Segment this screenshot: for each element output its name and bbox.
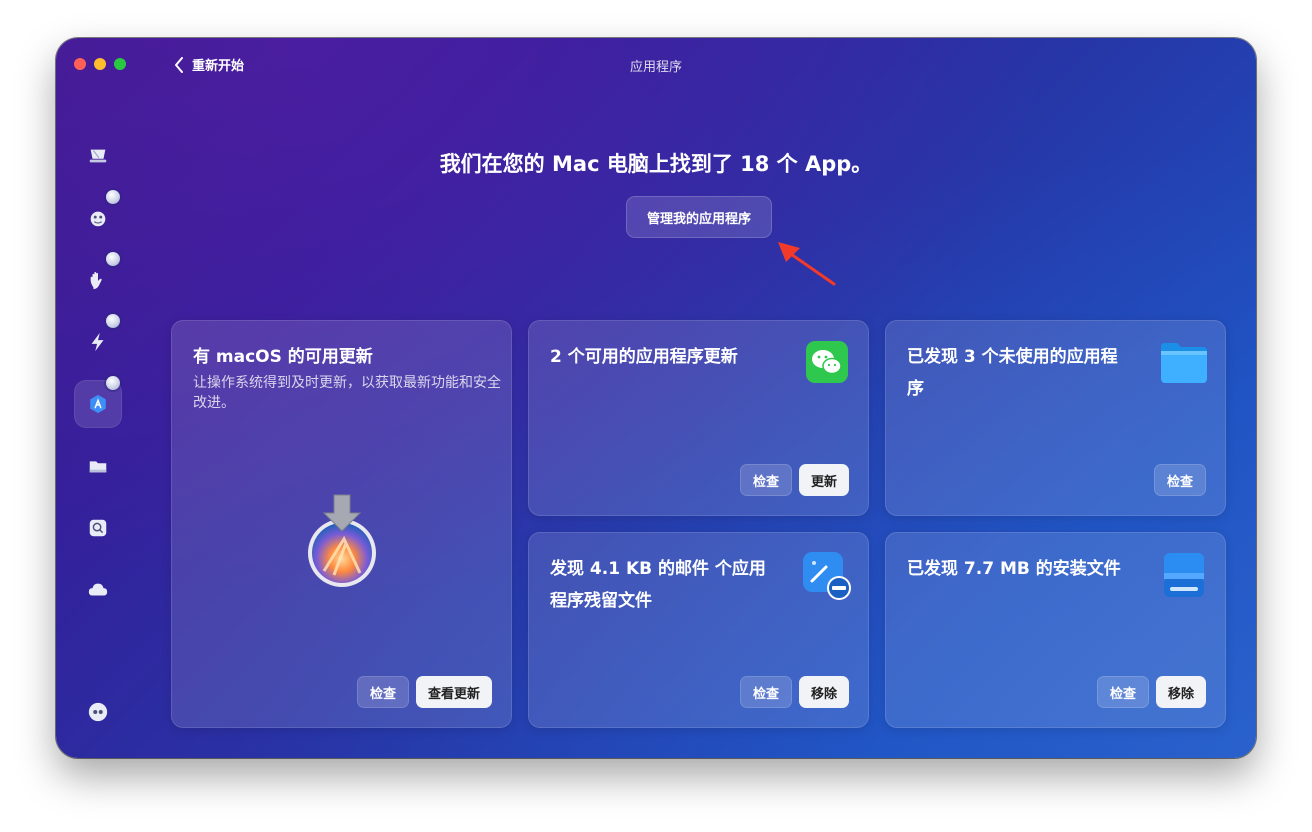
applications-icon bbox=[90, 394, 106, 414]
card-title-line: 发现 4.1 KB 的邮件 个应用 bbox=[550, 559, 766, 579]
notification-badge bbox=[106, 252, 120, 266]
assistant-icon bbox=[88, 702, 108, 722]
sidebar-item-performance[interactable] bbox=[74, 314, 122, 366]
sidebar-item-assistant[interactable] bbox=[74, 688, 122, 736]
space-lens-icon bbox=[89, 519, 107, 537]
my-clutter-icon bbox=[89, 461, 107, 473]
sidebar-item-cloud[interactable] bbox=[74, 566, 122, 614]
leftovers-card: 发现 4.1 KB 的邮件 个应用 程序残留文件 检查 移除 bbox=[528, 532, 869, 728]
folder-icon bbox=[1161, 343, 1207, 383]
installers-card: 已发现 7.7 MB 的安装文件 检查 移除 bbox=[885, 532, 1226, 728]
card-actions: 检查 更新 bbox=[739, 464, 849, 496]
card-actions: 检查 移除 bbox=[739, 676, 849, 708]
card-title: 有 macOS 的可用更新 bbox=[193, 347, 373, 367]
page-headline: 我们在您的 Mac 电脑上找到了 18 个 App。 bbox=[439, 152, 873, 176]
protection-icon bbox=[90, 211, 106, 227]
check-button[interactable]: 检查 bbox=[1096, 676, 1149, 708]
sidebar-item-privacy[interactable] bbox=[74, 252, 122, 304]
card-title: 已发现 7.7 MB 的安装文件 bbox=[907, 559, 1121, 579]
card-title-line: 程序残留文件 bbox=[550, 591, 652, 611]
app-window: 重新开始 应用程序 我们在您的 Mac 电脑上找到了 18 个 App。 管理我… bbox=[56, 38, 1256, 758]
check-button[interactable]: 检查 bbox=[739, 676, 792, 708]
unused-apps-card: 已发现 3 个未使用的应用程 序 检查 bbox=[885, 320, 1226, 516]
cloud-icon bbox=[88, 583, 108, 596]
card-title: 发现 4.1 KB 的邮件 个应用 程序残留文件 bbox=[550, 553, 766, 617]
app-updates-card: 2 个可用的应用程序更新 检查 更新 bbox=[528, 320, 869, 516]
privacy-hand-icon bbox=[90, 271, 102, 290]
sidebar-item-applications[interactable] bbox=[74, 376, 122, 428]
macos-update-card: 有 macOS 的可用更新 让操作系统得到及时更新，以获取最新功能和安全改进。 … bbox=[171, 320, 512, 728]
annotation-arrow-icon bbox=[778, 242, 836, 286]
card-title: 2 个可用的应用程序更新 bbox=[550, 347, 738, 367]
sidebar-item-protection[interactable] bbox=[74, 190, 122, 242]
check-button[interactable]: 检查 bbox=[739, 464, 792, 496]
card-actions: 检查 bbox=[1153, 464, 1206, 496]
card-title: 已发现 3 个未使用的应用程 序 bbox=[907, 341, 1118, 405]
sidebar bbox=[56, 128, 140, 748]
wechat-icon bbox=[806, 341, 848, 383]
notification-badge bbox=[106, 376, 120, 390]
sidebar-item-space-lens[interactable] bbox=[74, 504, 122, 552]
card-description: 让操作系统得到及时更新，以获取最新功能和安全改进。 bbox=[193, 375, 501, 411]
app-leftovers-icon bbox=[803, 552, 851, 600]
manage-apps-button[interactable]: 管理我的应用程序 bbox=[626, 196, 772, 238]
check-button[interactable]: 检查 bbox=[1153, 464, 1206, 496]
performance-bolt-icon bbox=[91, 332, 104, 352]
sidebar-item-my-clutter[interactable] bbox=[74, 442, 122, 490]
notification-badge bbox=[106, 190, 120, 204]
update-button[interactable]: 更新 bbox=[798, 464, 849, 496]
window-title: 应用程序 bbox=[629, 60, 682, 75]
notification-badge bbox=[106, 314, 120, 328]
card-title-line: 已发现 3 个未使用的应用程 bbox=[907, 347, 1118, 367]
installer-disk-icon bbox=[1164, 553, 1204, 597]
card-actions: 检查 移除 bbox=[1096, 676, 1206, 708]
remove-button[interactable]: 移除 bbox=[1155, 676, 1206, 708]
remove-button[interactable]: 移除 bbox=[798, 676, 849, 708]
card-title-line: 序 bbox=[907, 379, 924, 399]
card-actions: 检查 查看更新 bbox=[356, 676, 492, 708]
view-updates-button[interactable]: 查看更新 bbox=[415, 676, 492, 708]
macos-installer-icon bbox=[308, 494, 376, 587]
check-button[interactable]: 检查 bbox=[356, 676, 409, 708]
